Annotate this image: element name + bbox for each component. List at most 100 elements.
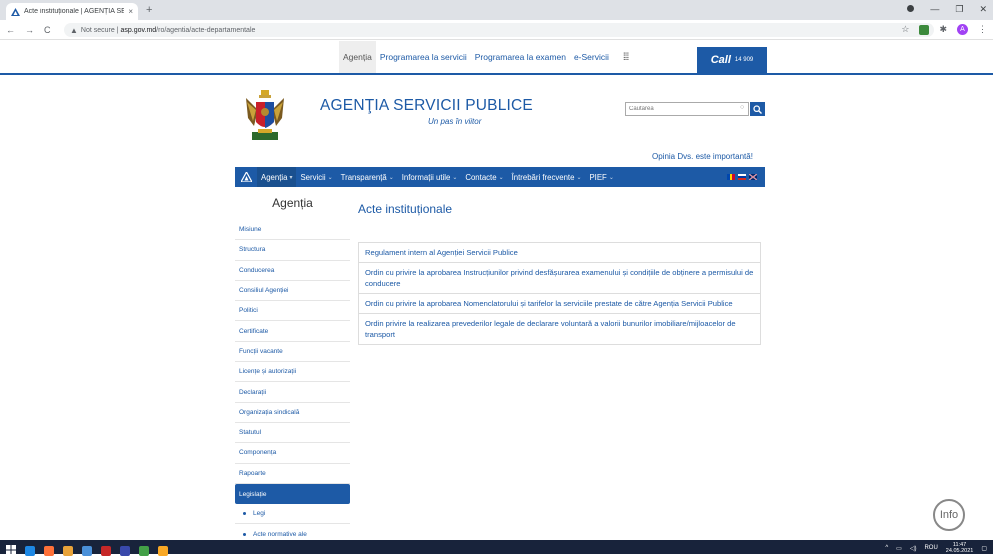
search-input[interactable] (625, 102, 749, 116)
restore-button[interactable]: ❐ (955, 4, 963, 15)
bullet-icon (243, 512, 246, 516)
mainnav-transparenta[interactable]: Transparență ⌄ (337, 167, 398, 187)
sidebar-item-functii-vacante[interactable]: Funcții vacante (235, 342, 350, 363)
system-clock[interactable]: 11:47 24.05.2021 (946, 542, 974, 554)
mainnav-intrebari-frecvente[interactable]: Întrebări frecvente ⌄ (508, 167, 586, 187)
windows-start-icon[interactable] (6, 542, 16, 560)
flag-ro-icon[interactable] (727, 174, 736, 180)
security-label: Not secure (80, 26, 115, 34)
chevron-down-icon: ⌄ (576, 174, 582, 181)
warning-icon[interactable]: ▲ (70, 26, 78, 35)
chrome-icon[interactable] (63, 546, 73, 556)
call-number: 14 909 (734, 57, 754, 63)
browser-tabstrip: Acte instituționale | AGENȚIA SE × + — ❐… (0, 0, 993, 20)
volume-icon[interactable]: ◁) (910, 545, 917, 552)
mainnav-informatii-utile[interactable]: Informații utile ⌄ (398, 167, 462, 187)
sidebar-item-conducerea[interactable]: Conducerea (235, 261, 350, 281)
app-icon[interactable] (139, 546, 149, 556)
sidebar-item-statutul[interactable]: Statutul (235, 423, 350, 444)
search-clear-icon[interactable]: ○ (740, 104, 744, 111)
close-window-button[interactable]: ✕ (979, 4, 987, 15)
new-tab-button[interactable]: + (146, 3, 152, 17)
bookmark-star-icon[interactable]: ☆ (901, 24, 909, 35)
sidebar-item-licente[interactable]: Licențe și autorizații (235, 362, 350, 383)
browser-tab[interactable]: Acte instituționale | AGENȚIA SE × (6, 3, 138, 20)
site-title[interactable]: AGENŢIA SERVICII PUBLICE (320, 97, 533, 115)
document-link[interactable]: Ordin privire la realizarea prevederilor… (359, 314, 760, 344)
address-bar[interactable]: ▲ Not secure | asp.gov.md /ro/agentia/ac… (64, 23, 934, 37)
extension-icon[interactable] (919, 24, 930, 35)
flag-ru-icon[interactable] (738, 174, 746, 180)
sidebar-subitem-legi[interactable]: Legi (235, 504, 350, 525)
apps-grid-icon[interactable]: ⁞⁞⁞ (623, 52, 629, 63)
sidebar-item-legislatie[interactable]: Legislație (235, 483, 350, 505)
sidebar-item-structura[interactable]: Structura (235, 240, 350, 261)
menu-kebab-icon[interactable]: ⋮ (978, 24, 987, 35)
sidebar-item-componenta[interactable]: Componența (235, 443, 350, 464)
topnav-programarea-servicii[interactable]: Programarea la servicii (376, 41, 471, 73)
app-icon[interactable] (158, 546, 168, 556)
sidebar-item-politici[interactable]: Politici (235, 301, 350, 322)
browser-nav-buttons: ← → C (6, 24, 51, 36)
site-favicon-icon (11, 7, 20, 16)
document-link[interactable]: Ordin cu privire la aprobarea Instrucțiu… (359, 263, 760, 294)
app-icon[interactable] (82, 546, 92, 556)
chevron-down-icon: ▾ (289, 174, 293, 181)
call-center-button[interactable]: Call 14 909 (697, 47, 767, 73)
app-icon[interactable] (101, 546, 111, 556)
reload-button[interactable]: C (44, 24, 51, 36)
chevron-down-icon: ⌄ (388, 174, 394, 181)
web-page: Agenția Programarea la servicii Programa… (0, 41, 993, 540)
forward-button[interactable]: → (25, 24, 34, 36)
opinion-link[interactable]: Opinia Dvs. este importantă! (652, 152, 753, 161)
sidebar-item-declaratii[interactable]: Declarații (235, 382, 350, 403)
flag-en-icon[interactable] (749, 174, 757, 180)
document-link[interactable]: Regulament intern al Agenției Servicii P… (359, 243, 760, 263)
sidebar-item-organizatia-sindicala[interactable]: Organizația sindicală (235, 403, 350, 423)
window-controls: — ❐ ✕ (907, 4, 987, 15)
site-slogan: Un pas în viitor (428, 117, 482, 126)
sidebar-item-misiune[interactable]: Misiune (235, 220, 350, 241)
back-button[interactable]: ← (6, 24, 15, 36)
notifications-icon[interactable]: ▢ (981, 545, 987, 552)
mainnav-agentia[interactable]: Agenția ▾ (257, 167, 297, 187)
network-icon[interactable]: ▭ (896, 545, 902, 552)
chevron-down-icon: ⌄ (498, 174, 504, 181)
sidebar-subitem-acte-normative[interactable]: Acte normative ale (235, 524, 350, 540)
puzzle-icon[interactable]: ✱ (939, 24, 947, 35)
mainnav-contacte[interactable]: Contacte ⌄ (461, 167, 507, 187)
sidebar-item-consiliul[interactable]: Consiliul Agenției (235, 281, 350, 302)
chevron-down-icon: ⌄ (452, 174, 458, 181)
language-indicator[interactable]: ROU (924, 545, 937, 551)
tab-close-icon[interactable]: × (128, 7, 133, 16)
main-navigation: Agenția ▾ Servicii ⌄ Transparență ⌄ Informa… (235, 167, 765, 187)
home-icon[interactable] (235, 167, 257, 187)
chevron-up-icon[interactable]: ^ (885, 545, 888, 551)
mainnav-servicii[interactable]: Servicii ⌄ (296, 167, 336, 187)
taskbar-apps (6, 542, 168, 560)
firefox-icon[interactable] (44, 546, 54, 556)
sidebar-item-rapoarte[interactable]: Rapoarte (235, 464, 350, 484)
search-icon (753, 104, 762, 114)
record-icon[interactable] (907, 5, 915, 12)
coat-of-arms-logo[interactable] (244, 88, 286, 145)
topnav-e-servicii[interactable]: e-Servicii (570, 41, 613, 73)
document-list: Regulament intern al Agenției Servicii P… (358, 242, 761, 345)
topnav-agentia[interactable]: Agenția (339, 41, 376, 73)
sidebar-item-certificate[interactable]: Certificate (235, 321, 350, 342)
search-button[interactable] (750, 102, 765, 116)
clock-date: 24.05.2021 (945, 548, 974, 554)
profile-avatar[interactable]: A (957, 24, 968, 35)
sidebar-menu: Misiune Structura Conducerea Consiliul A… (235, 220, 350, 540)
minimize-button[interactable]: — (930, 4, 939, 15)
topnav-programarea-examen[interactable]: Programarea la examen (471, 41, 570, 73)
mainnav-pief[interactable]: PIEF ⌄ (585, 167, 617, 187)
url-path: /ro/agentia/acte-departamentale (156, 26, 256, 34)
app-icon[interactable] (120, 546, 130, 556)
top-nav-underline (0, 73, 993, 75)
chevron-down-icon: ⌄ (608, 174, 614, 181)
edge-icon[interactable] (25, 546, 35, 556)
info-button[interactable]: Info (933, 499, 965, 531)
document-link[interactable]: Ordin cu privire la aprobarea Nomenclato… (359, 294, 760, 314)
chevron-down-icon: ⌄ (327, 174, 333, 181)
